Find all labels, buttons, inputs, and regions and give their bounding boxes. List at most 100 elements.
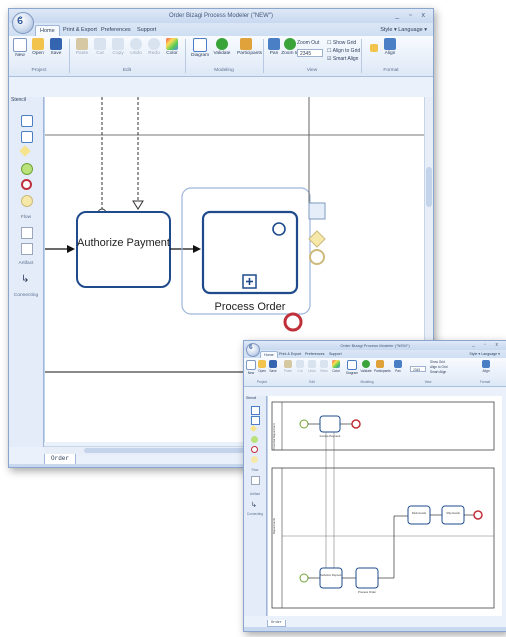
undo-button[interactable]: Undo	[306, 360, 318, 373]
participants-button[interactable]: Participants	[374, 360, 391, 373]
end-event-shape[interactable]	[473, 510, 483, 520]
color-button[interactable]: Color	[330, 360, 342, 373]
document-tab-order[interactable]: Order	[267, 620, 286, 627]
start-event-icon[interactable]	[251, 436, 258, 443]
show-grid-checkbox[interactable]: ☐ Show Grid	[327, 40, 356, 46]
connector-arrow-icon[interactable]: ↳	[21, 275, 31, 285]
connector-arrow-icon[interactable]: ↳	[251, 502, 258, 509]
diagram-button[interactable]: Diagram	[346, 360, 358, 375]
smart-align-checkbox[interactable]: ☑ Smart Align	[327, 56, 358, 62]
app-menu-button[interactable]: ϐ	[12, 12, 34, 34]
app-menu-button[interactable]: ϐ	[246, 343, 260, 357]
flow-shape-icon[interactable]	[21, 227, 33, 239]
flow-shape-icon[interactable]	[251, 476, 260, 485]
intermediate-event-icon[interactable]	[21, 195, 33, 207]
redo-button[interactable]: Redo	[318, 360, 330, 373]
bizagi-logo-icon: ϐ	[17, 16, 24, 27]
group-label-view: View	[424, 380, 432, 384]
align-to-grid-checkbox[interactable]: Align to Grid	[430, 365, 448, 369]
open-button[interactable]: Open	[29, 38, 47, 56]
show-grid-checkbox[interactable]: Show Grid	[430, 360, 445, 364]
style-language-menu[interactable]: Style ▾ Language ▾	[469, 351, 500, 358]
style-language-menu[interactable]: Style ▾ Language ▾	[380, 25, 427, 36]
tab-preferences[interactable]: Preferences	[302, 351, 327, 358]
tab-preferences[interactable]: Preferences	[97, 25, 135, 36]
process-order-subprocess[interactable]	[355, 567, 379, 589]
new-file-icon	[13, 38, 27, 52]
note-shape-icon[interactable]	[21, 243, 33, 255]
save-button[interactable]: Save	[267, 360, 279, 373]
smart-align-checkbox[interactable]: Smart Align	[430, 370, 446, 374]
authorize-payment-task[interactable]	[319, 567, 343, 589]
paste-button[interactable]: Paste	[282, 360, 294, 373]
invoice-task[interactable]	[319, 415, 341, 433]
authorize-payment-label: Authorize Payment	[77, 237, 170, 249]
participants-icon	[240, 38, 252, 50]
intermediate-event-icon[interactable]	[251, 456, 258, 463]
diagram-canvas[interactable]: Financial Department Departments Invoice…	[267, 396, 502, 616]
start-event-icon[interactable]	[21, 163, 33, 175]
gateway-shape-icon[interactable]	[19, 145, 31, 157]
end-event-shape[interactable]	[351, 419, 361, 429]
pack-goods-task[interactable]	[407, 505, 431, 525]
window-controls[interactable]: _ ▫ x	[472, 341, 502, 350]
group-label-format: Format	[479, 380, 491, 384]
undo-button[interactable]: Undo	[127, 38, 145, 56]
group-label-modeling: Modeling	[214, 68, 234, 73]
subprocess-shape-icon[interactable]	[21, 131, 33, 143]
checkmark-icon	[216, 38, 228, 50]
task-shape-icon[interactable]	[21, 115, 33, 127]
start-event-shape[interactable]	[299, 573, 309, 583]
validate-button[interactable]: Validate	[360, 360, 372, 373]
color-button[interactable]: Color	[163, 38, 181, 56]
palette-section-artifact: Artifact	[18, 261, 34, 266]
align-to-grid-checkbox[interactable]: ☐ Align to Grid	[327, 48, 360, 54]
window-controls[interactable]: _ ▫ x	[395, 9, 429, 23]
zoom-level-field[interactable]: 2345	[297, 49, 323, 57]
diagram-button[interactable]: Diagram	[191, 38, 209, 58]
start-event-shape[interactable]	[299, 419, 309, 429]
zoom-out-button[interactable]: Zoom Out	[297, 40, 319, 46]
magnifier-icon	[284, 38, 296, 50]
cut-button[interactable]: Cut	[294, 360, 306, 373]
tab-support[interactable]: Support	[326, 351, 345, 358]
cut-button[interactable]: Cut	[91, 38, 109, 56]
new-button[interactable]: New	[11, 38, 29, 58]
pan-button[interactable]: Pan	[392, 360, 404, 373]
validate-button[interactable]: Validate	[213, 38, 231, 56]
subprocess-shape-icon[interactable]	[251, 416, 260, 425]
align-icon	[482, 360, 490, 368]
quick-gateway-icon[interactable]	[308, 230, 326, 248]
ribbon: New Open Save Paste Cut Undo Redo Color …	[244, 358, 506, 387]
tab-support[interactable]: Support	[133, 25, 160, 36]
redo-icon	[148, 38, 160, 50]
title-bar: Order Bizagi Process Modeler ("NEW") _ ▫…	[9, 9, 433, 23]
copy-icon	[112, 38, 124, 50]
zoom-level-field[interactable]: 2345	[410, 366, 426, 372]
participants-button[interactable]: Participants	[237, 38, 262, 56]
end-event-shape[interactable]	[283, 312, 303, 332]
paste-button[interactable]: Paste	[73, 38, 91, 56]
ship-goods-label: Ship Goods	[446, 512, 460, 515]
quick-task-icon[interactable]	[308, 202, 326, 220]
format-icon	[370, 44, 378, 52]
end-event-icon[interactable]	[21, 179, 32, 190]
gateway-shape-icon[interactable]	[249, 424, 258, 433]
color-palette-icon	[332, 360, 340, 368]
tab-print-export[interactable]: Print & Export	[276, 351, 304, 358]
copy-button[interactable]: Copy	[109, 38, 127, 56]
task-shape-icon[interactable]	[251, 406, 260, 415]
quick-event-icon[interactable]	[309, 249, 325, 265]
folder-icon	[32, 38, 44, 50]
undo-icon	[130, 38, 142, 50]
tab-print-export[interactable]: Print & Export	[59, 25, 101, 36]
ribbon-group-labels: Project Edit Modeling View Format	[244, 378, 506, 386]
ship-goods-task[interactable]	[441, 505, 465, 525]
end-event-icon[interactable]	[251, 446, 258, 453]
align-button[interactable]: Align	[480, 360, 492, 373]
save-button[interactable]: Save	[47, 38, 65, 56]
align-button[interactable]: Align	[381, 38, 399, 56]
align-icon	[384, 38, 396, 50]
vertical-scroll-thumb[interactable]	[426, 167, 432, 207]
redo-button[interactable]: Redo	[145, 38, 163, 56]
